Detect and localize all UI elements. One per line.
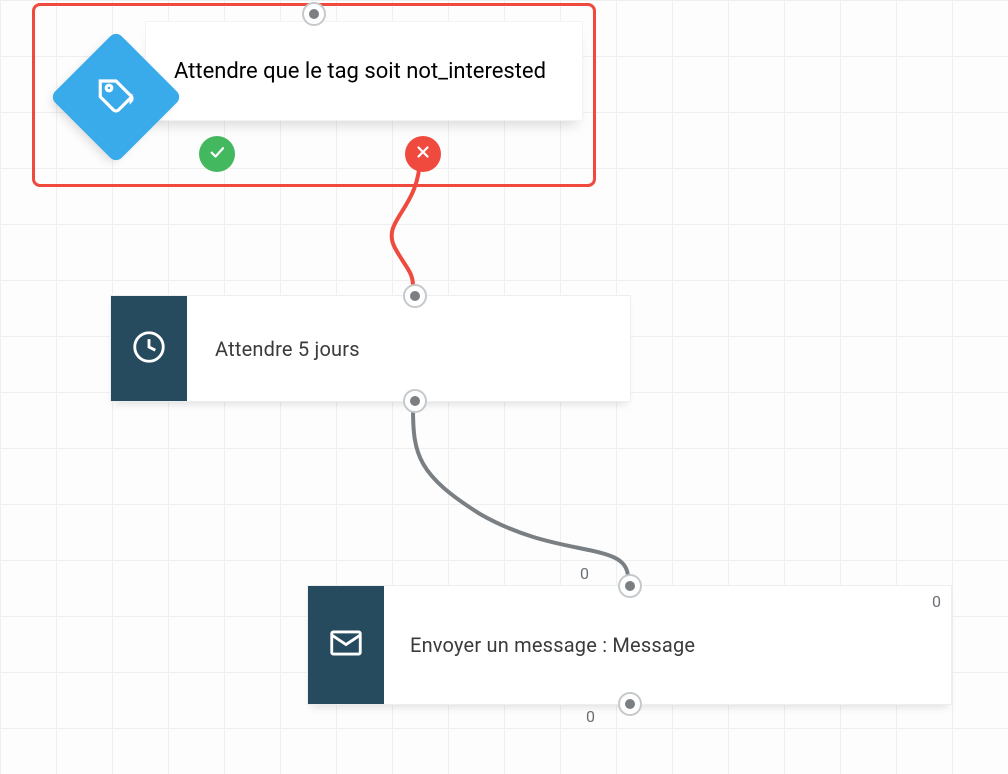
counter-top-right: 0 (932, 592, 941, 611)
condition-card[interactable]: Attendre que le tag soit not_interested (145, 21, 583, 121)
wait-node[interactable]: Attendre 5 jours (110, 295, 631, 402)
port-in[interactable] (403, 284, 427, 308)
check-icon (208, 143, 226, 165)
condition-label: Attendre que le tag soit not_interested (174, 59, 546, 84)
wait-body: Attendre 5 jours (187, 296, 630, 401)
port-in[interactable] (618, 574, 642, 598)
outcome-no[interactable] (405, 136, 441, 172)
wait-label: Attendre 5 jours (215, 337, 360, 361)
counter-top-left: 0 (580, 564, 589, 583)
workflow-canvas[interactable]: Attendre que le tag soit not_interested (0, 0, 1008, 774)
mail-icon (327, 624, 365, 666)
clock-icon (130, 328, 168, 370)
outcome-yes[interactable] (199, 136, 235, 172)
port-out[interactable] (403, 389, 427, 413)
port-out[interactable] (618, 692, 642, 716)
message-label: Envoyer un message : Message (410, 633, 695, 657)
wait-icon-box (111, 296, 187, 401)
counter-bottom: 0 (586, 707, 595, 726)
condition-node[interactable]: Attendre que le tag soit not_interested (32, 3, 596, 187)
message-body: Envoyer un message : Message (384, 586, 951, 704)
tag-icon (95, 74, 137, 120)
message-node[interactable]: Envoyer un message : Message 0 0 0 (307, 585, 952, 705)
message-icon-box (308, 586, 384, 704)
port-in[interactable] (302, 2, 326, 26)
close-icon (414, 143, 432, 165)
